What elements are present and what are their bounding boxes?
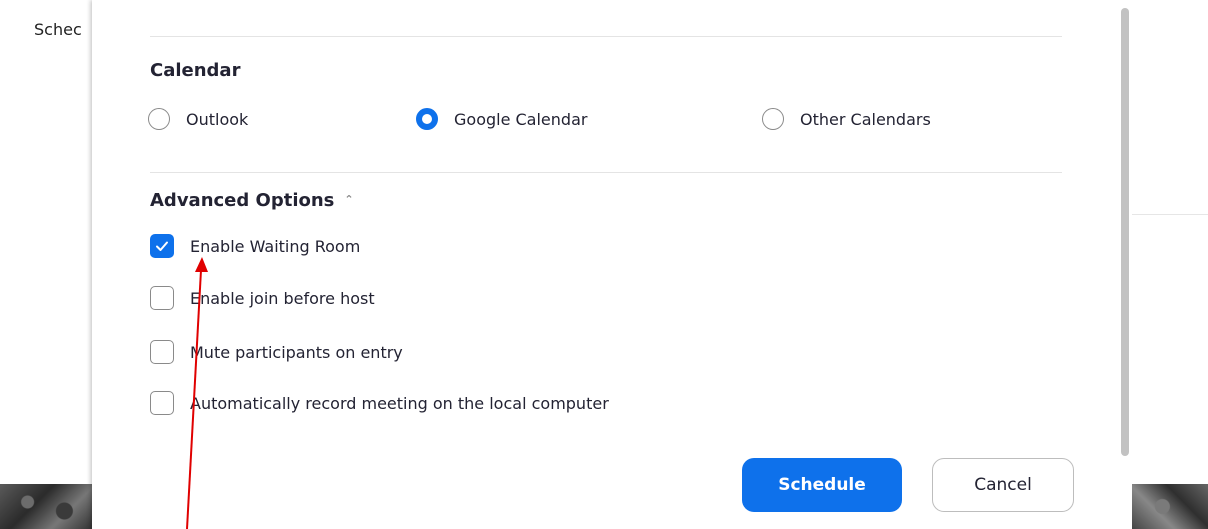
radio-button-other-calendars[interactable]: [762, 108, 784, 130]
divider-top: [150, 36, 1062, 37]
radio-label-outlook: Outlook: [186, 109, 249, 129]
radio-outlook[interactable]: Outlook: [148, 108, 248, 130]
label-auto-record-local: Automatically record meeting on the loca…: [190, 393, 609, 413]
cancel-button[interactable]: Cancel: [932, 458, 1074, 512]
advanced-options-toggle[interactable]: Advanced Options ⌃: [150, 190, 354, 211]
checkbox-enable-waiting-room[interactable]: [150, 234, 174, 258]
option-enable-waiting-room[interactable]: Enable Waiting Room: [150, 234, 360, 258]
dialog-scrollbar-thumb[interactable]: [1121, 8, 1129, 456]
advanced-options-title: Advanced Options: [150, 190, 335, 211]
radio-other-calendars[interactable]: Other Calendars: [762, 108, 931, 130]
checkmark-icon: [156, 241, 168, 251]
radio-google-calendar[interactable]: Google Calendar: [416, 108, 587, 130]
radio-button-google-calendar[interactable]: [416, 108, 438, 130]
screen: Schec Calendar Outlook Google Calendar O…: [0, 0, 1208, 529]
background-image-left: [0, 484, 92, 529]
checkbox-auto-record-local[interactable]: [150, 391, 174, 415]
checkbox-mute-participants[interactable]: [150, 340, 174, 364]
schedule-meeting-dialog: [92, 0, 1118, 529]
calendar-section-title: Calendar: [150, 60, 241, 81]
background-divider: [1130, 214, 1208, 215]
background-window-title: Schec: [34, 20, 82, 39]
checkbox-enable-join-before-host[interactable]: [150, 286, 174, 310]
label-mute-participants: Mute participants on entry: [190, 342, 403, 362]
label-enable-join-before-host: Enable join before host: [190, 288, 375, 308]
radio-label-other-calendars: Other Calendars: [800, 109, 931, 129]
option-auto-record-local[interactable]: Automatically record meeting on the loca…: [150, 391, 609, 415]
background-image-right: [1132, 484, 1208, 529]
radio-label-google-calendar: Google Calendar: [454, 109, 588, 129]
radio-button-outlook[interactable]: [148, 108, 170, 130]
divider-middle: [150, 172, 1062, 173]
option-mute-participants[interactable]: Mute participants on entry: [150, 340, 403, 364]
option-enable-join-before-host[interactable]: Enable join before host: [150, 286, 375, 310]
schedule-button[interactable]: Schedule: [742, 458, 902, 512]
chevron-up-icon[interactable]: ⌃: [344, 193, 353, 206]
label-enable-waiting-room: Enable Waiting Room: [190, 236, 361, 256]
